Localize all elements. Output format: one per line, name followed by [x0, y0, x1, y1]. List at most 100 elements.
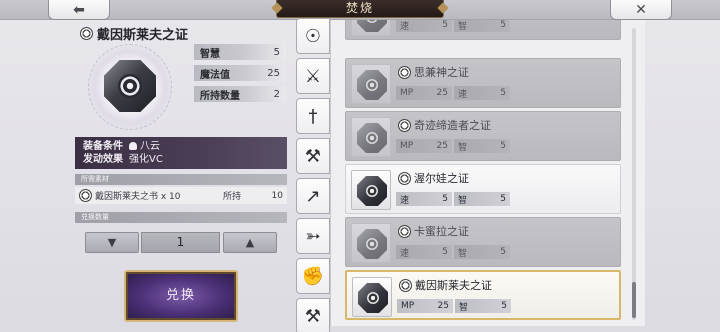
back-arrow-icon: ⬅: [73, 1, 85, 18]
item-emblem-thumb: [351, 223, 391, 263]
accessory-coin-icon: [80, 27, 93, 40]
list-scrollbar[interactable]: [632, 28, 636, 320]
book-coin-icon: [79, 189, 92, 202]
owned-count: 10: [271, 190, 283, 201]
back-button[interactable]: ⬅: [48, 0, 110, 20]
spear-tab[interactable]: ↗: [296, 178, 330, 214]
octagon-emblem-icon: [357, 20, 387, 32]
exchange-button[interactable]: 兑换: [124, 270, 238, 322]
fist-icon: ✊: [301, 265, 325, 287]
stat-value: 25: [267, 67, 280, 79]
sword-tab[interactable]: ⚔: [296, 58, 330, 94]
stat-label: 魔法值: [200, 69, 230, 81]
axe-tab[interactable]: ⚒: [296, 138, 330, 174]
accessory-tab[interactable]: ☉: [296, 18, 330, 54]
material-row: 戴因斯莱夫之书 x 10 所持 10: [75, 187, 287, 204]
hammer-icon: ⚒: [304, 305, 322, 327]
item-list[interactable]: 速5 智5 思兼神之证 MP 25 速5 奇迹缔造者之证 MP 25 智5 渥尔娃之…: [330, 20, 645, 326]
page-title: 焚烧: [276, 0, 444, 18]
accessory-coin-icon: [398, 65, 411, 79]
saber-icon: †: [308, 105, 318, 127]
card-stats: 速5 智5: [396, 20, 510, 32]
card-stat: 智5: [454, 245, 510, 259]
fist-tab[interactable]: ✊: [296, 258, 330, 294]
list-item[interactable]: 卡蜜拉之证 速5 智5: [345, 217, 621, 267]
accessory-coin-icon: [398, 118, 411, 132]
card-stats: MP 25 速5: [396, 86, 510, 100]
saber-tab[interactable]: †: [296, 98, 330, 134]
list-item[interactable]: 思兼神之证 MP 25 速5: [345, 58, 621, 108]
material-name: 戴因斯莱夫之书 x 10: [95, 192, 181, 202]
card-stat: 速5: [396, 20, 452, 32]
item-stats: 智慧 5 魔法值 25 所持数量 2: [194, 44, 286, 107]
card-stat: 智5: [454, 20, 510, 32]
item-name: 戴因斯莱夫之证: [97, 28, 189, 43]
bow-tab[interactable]: ➳: [296, 218, 330, 254]
card-stat: MP 25: [397, 299, 453, 313]
item-emblem-thumb: [351, 170, 391, 210]
effect-label: 发动效果: [83, 154, 123, 165]
equip-requirements: 装备条件 八云 发动效果 强化VC: [75, 137, 287, 169]
scroll-thumb[interactable]: [632, 282, 636, 318]
decrease-button[interactable]: ▼: [85, 232, 139, 253]
increase-button[interactable]: ▲: [223, 232, 277, 253]
hammer-tab[interactable]: ⚒: [296, 298, 330, 332]
item-emblem: [88, 44, 172, 130]
item-title: 戴因斯莱夫之证: [80, 24, 188, 43]
card-name: 思兼神之证: [398, 64, 469, 80]
owned-label: 所持: [223, 192, 242, 202]
bow-icon: ➳: [305, 225, 321, 247]
card-stats: MP 25 智5: [397, 299, 511, 313]
stat-value: 5: [273, 46, 280, 58]
ring-icon: ☉: [304, 25, 322, 47]
item-emblem-thumb: [351, 64, 391, 104]
accessory-coin-icon: [399, 278, 412, 292]
effect-row: 发动效果 强化VC: [83, 153, 279, 166]
list-item[interactable]: 渥尔娃之证 速5 智5: [345, 164, 621, 214]
stat-label: 所持数量: [200, 90, 240, 102]
accessory-coin-icon: [398, 171, 411, 185]
list-item[interactable]: 速5 智5: [345, 20, 621, 40]
effect-value: 强化VC: [129, 154, 163, 165]
item-emblem-thumb: [351, 20, 391, 36]
card-stat: MP 25: [396, 139, 452, 153]
card-stats: 速5 智5: [396, 192, 510, 206]
list-item[interactable]: 奇迹缔造者之证 MP 25 智5: [345, 111, 621, 161]
card-stats: 速5 智5: [396, 245, 510, 259]
card-stat: 智5: [454, 192, 510, 206]
octagon-emblem-icon: [357, 229, 387, 259]
card-stat: 速5: [454, 86, 510, 100]
equip-condition-value: 八云: [140, 141, 160, 152]
stat-label: 智慧: [200, 48, 220, 60]
octagon-emblem-icon: [358, 283, 388, 313]
item-emblem-thumb: [351, 117, 391, 157]
axe-icon: ⚒: [304, 145, 322, 167]
card-stats: MP 25 智5: [396, 139, 510, 153]
card-name: 卡蜜拉之证: [398, 223, 469, 239]
stat-value: 2: [273, 88, 280, 100]
octagon-emblem-icon: [357, 70, 387, 100]
list-item-selected[interactable]: 戴因斯莱夫之证 MP 25 智5: [345, 270, 621, 320]
swirl-icon: [118, 74, 142, 98]
octagon-emblem-icon: [104, 60, 156, 112]
card-name: 戴因斯莱夫之证: [399, 277, 492, 293]
octagon-emblem-icon: [357, 123, 387, 153]
equip-condition-label: 装备条件: [83, 141, 123, 152]
stat-row-owned: 所持数量 2: [194, 86, 286, 102]
stat-row-wisdom: 智慧 5: [194, 44, 286, 60]
triangle-down-icon: ▼: [107, 236, 117, 249]
materials-header: 所需素材: [75, 174, 287, 185]
card-name: 渥尔娃之证: [398, 170, 469, 186]
card-stat: 速5: [396, 192, 452, 206]
sword-icon: ⚔: [304, 65, 322, 87]
equip-condition-row: 装备条件 八云: [83, 140, 279, 153]
card-stat: 智5: [455, 299, 511, 313]
spear-icon: ↗: [305, 185, 321, 207]
accessory-coin-icon: [398, 224, 411, 238]
stat-row-mp: 魔法值 25: [194, 65, 286, 81]
close-button[interactable]: ✕: [610, 0, 672, 20]
close-x-icon: ✕: [635, 1, 647, 18]
quantity-display: 1: [141, 232, 220, 253]
octagon-emblem-icon: [357, 176, 387, 206]
item-emblem-thumb: [352, 277, 392, 317]
